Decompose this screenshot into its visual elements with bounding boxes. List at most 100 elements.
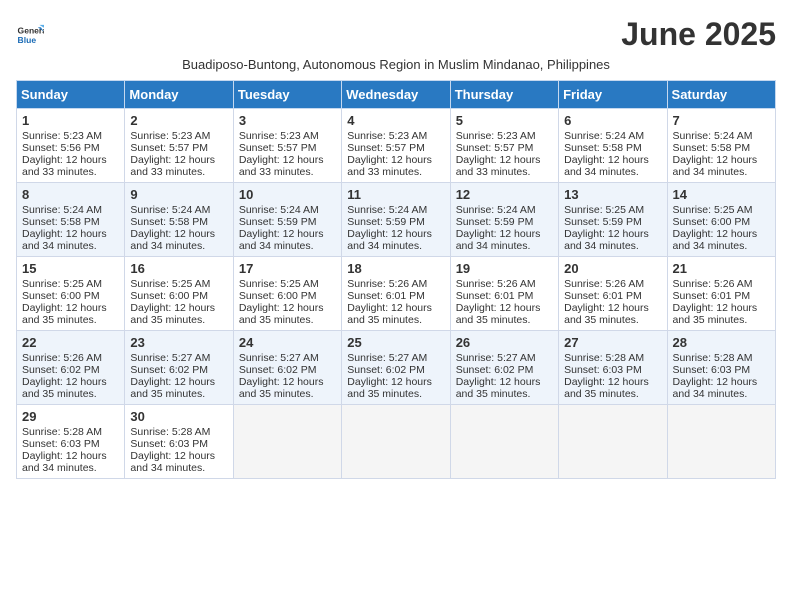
sunset-time: Sunset: 5:59 PM: [347, 216, 425, 228]
day-number: 25: [347, 335, 444, 350]
daylight-hours: Daylight: 12 hours and 34 minutes.: [564, 228, 649, 252]
daylight-hours: Daylight: 12 hours and 35 minutes.: [347, 302, 432, 326]
sunset-time: Sunset: 6:01 PM: [673, 290, 751, 302]
sunset-time: Sunset: 5:58 PM: [673, 142, 751, 154]
calendar-cell: 13Sunrise: 5:25 AMSunset: 5:59 PMDayligh…: [559, 183, 667, 257]
daylight-hours: Daylight: 12 hours and 35 minutes.: [456, 376, 541, 400]
day-number: 20: [564, 261, 661, 276]
sunset-time: Sunset: 6:00 PM: [130, 290, 208, 302]
calendar-cell: 20Sunrise: 5:26 AMSunset: 6:01 PMDayligh…: [559, 257, 667, 331]
sunrise-time: Sunrise: 5:27 AM: [130, 352, 210, 364]
day-number: 30: [130, 409, 227, 424]
calendar-cell: 15Sunrise: 5:25 AMSunset: 6:00 PMDayligh…: [17, 257, 125, 331]
month-title: June 2025: [621, 16, 776, 53]
svg-text:General: General: [18, 25, 44, 35]
daylight-hours: Daylight: 12 hours and 34 minutes.: [130, 228, 215, 252]
calendar-cell: 19Sunrise: 5:26 AMSunset: 6:01 PMDayligh…: [450, 257, 558, 331]
calendar-cell: 9 Sunrise: 5:24 AMSunset: 5:58 PMDaylight…: [125, 183, 233, 257]
daylight-hours: Daylight: 12 hours and 34 minutes.: [22, 228, 107, 252]
day-number: 16: [130, 261, 227, 276]
calendar-cell: 2Sunrise: 5:23 AMSunset: 5:57 PMDaylight…: [125, 109, 233, 183]
sunrise-time: Sunrise: 5:26 AM: [564, 278, 644, 290]
calendar-week-row: 15Sunrise: 5:25 AMSunset: 6:00 PMDayligh…: [17, 257, 776, 331]
calendar-cell: 26Sunrise: 5:27 AMSunset: 6:02 PMDayligh…: [450, 331, 558, 405]
sunrise-time: Sunrise: 5:28 AM: [22, 426, 102, 438]
sunset-time: Sunset: 6:02 PM: [130, 364, 208, 376]
day-number: 15: [22, 261, 119, 276]
sunset-time: Sunset: 6:00 PM: [239, 290, 317, 302]
sunrise-time: Sunrise: 5:27 AM: [347, 352, 427, 364]
calendar-cell: [233, 405, 341, 479]
daylight-hours: Daylight: 12 hours and 34 minutes.: [564, 154, 649, 178]
calendar-cell: 7Sunrise: 5:24 AMSunset: 5:58 PMDaylight…: [667, 109, 775, 183]
day-number: 27: [564, 335, 661, 350]
calendar-cell: 29Sunrise: 5:28 AMSunset: 6:03 PMDayligh…: [17, 405, 125, 479]
day-number: 24: [239, 335, 336, 350]
calendar-cell: 12Sunrise: 5:24 AMSunset: 5:59 PMDayligh…: [450, 183, 558, 257]
sunrise-time: Sunrise: 5:24 AM: [673, 130, 753, 142]
sunset-time: Sunset: 5:57 PM: [239, 142, 317, 154]
calendar-cell: 17Sunrise: 5:25 AMSunset: 6:00 PMDayligh…: [233, 257, 341, 331]
calendar-cell: 18 Sunrise: 5:26 AMSunset: 6:01 PMDayligh…: [342, 257, 450, 331]
sunset-time: Sunset: 5:59 PM: [456, 216, 534, 228]
day-number: 14: [673, 187, 770, 202]
day-number: 4: [347, 113, 444, 128]
sunset-time: Sunset: 6:03 PM: [22, 438, 100, 450]
sunrise-time: Sunrise: 5:26 AM: [456, 278, 536, 290]
daylight-hours: Daylight: 12 hours and 33 minutes.: [22, 154, 107, 178]
sunrise-time: Sunrise: 5:23 AM: [22, 130, 102, 142]
sunset-time: Sunset: 5:56 PM: [22, 142, 100, 154]
calendar-cell: 30Sunrise: 5:28 AMSunset: 6:03 PMDayligh…: [125, 405, 233, 479]
daylight-hours: Daylight: 12 hours and 35 minutes.: [22, 376, 107, 400]
sunrise-time: Sunrise: 5:28 AM: [130, 426, 210, 438]
sunrise-time: Sunrise: 5:25 AM: [239, 278, 319, 290]
calendar-cell: 11Sunrise: 5:24 AMSunset: 5:59 PMDayligh…: [342, 183, 450, 257]
day-number: 5: [456, 113, 553, 128]
sunrise-time: Sunrise: 5:26 AM: [22, 352, 102, 364]
sunset-time: Sunset: 5:58 PM: [130, 216, 208, 228]
sunrise-time: Sunrise: 5:24 AM: [456, 204, 536, 216]
page-header: General Blue June 2025: [16, 16, 776, 53]
calendar-cell: 21Sunrise: 5:26 AMSunset: 6:01 PMDayligh…: [667, 257, 775, 331]
header-sunday: Sunday: [17, 81, 125, 109]
daylight-hours: Daylight: 12 hours and 33 minutes.: [347, 154, 432, 178]
sunrise-time: Sunrise: 5:27 AM: [456, 352, 536, 364]
header-monday: Monday: [125, 81, 233, 109]
daylight-hours: Daylight: 12 hours and 34 minutes.: [673, 154, 758, 178]
sunrise-time: Sunrise: 5:23 AM: [456, 130, 536, 142]
sunset-time: Sunset: 6:03 PM: [673, 364, 751, 376]
sunrise-time: Sunrise: 5:25 AM: [130, 278, 210, 290]
calendar-cell: 27 Sunrise: 5:28 AMSunset: 6:03 PMDayligh…: [559, 331, 667, 405]
calendar-cell: [342, 405, 450, 479]
day-number: 1: [22, 113, 119, 128]
sunset-time: Sunset: 6:01 PM: [347, 290, 425, 302]
day-number: 18: [347, 261, 444, 276]
sunrise-time: Sunrise: 5:25 AM: [564, 204, 644, 216]
sunrise-time: Sunrise: 5:24 AM: [130, 204, 210, 216]
sunrise-time: Sunrise: 5:23 AM: [239, 130, 319, 142]
sunset-time: Sunset: 5:59 PM: [239, 216, 317, 228]
day-number: 23: [130, 335, 227, 350]
calendar-cell: 4Sunrise: 5:23 AMSunset: 5:57 PMDaylight…: [342, 109, 450, 183]
sunrise-time: Sunrise: 5:28 AM: [564, 352, 644, 364]
header-tuesday: Tuesday: [233, 81, 341, 109]
calendar-cell: 25Sunrise: 5:27 AMSunset: 6:02 PMDayligh…: [342, 331, 450, 405]
calendar-table: Sunday Monday Tuesday Wednesday Thursday…: [16, 80, 776, 479]
daylight-hours: Daylight: 12 hours and 34 minutes.: [22, 450, 107, 474]
sunset-time: Sunset: 6:03 PM: [130, 438, 208, 450]
sunrise-time: Sunrise: 5:25 AM: [22, 278, 102, 290]
day-number: 10: [239, 187, 336, 202]
day-number: 12: [456, 187, 553, 202]
sunset-time: Sunset: 6:02 PM: [239, 364, 317, 376]
sunrise-time: Sunrise: 5:26 AM: [347, 278, 427, 290]
sunset-time: Sunset: 6:00 PM: [673, 216, 751, 228]
daylight-hours: Daylight: 12 hours and 35 minutes.: [564, 376, 649, 400]
sunset-time: Sunset: 5:58 PM: [564, 142, 642, 154]
sunrise-time: Sunrise: 5:25 AM: [673, 204, 753, 216]
day-number: 9: [130, 187, 227, 202]
sunrise-time: Sunrise: 5:24 AM: [22, 204, 102, 216]
daylight-hours: Daylight: 12 hours and 35 minutes.: [239, 302, 324, 326]
calendar-cell: 8Sunrise: 5:24 AMSunset: 5:58 PMDaylight…: [17, 183, 125, 257]
day-number: 11: [347, 187, 444, 202]
sunset-time: Sunset: 6:03 PM: [564, 364, 642, 376]
